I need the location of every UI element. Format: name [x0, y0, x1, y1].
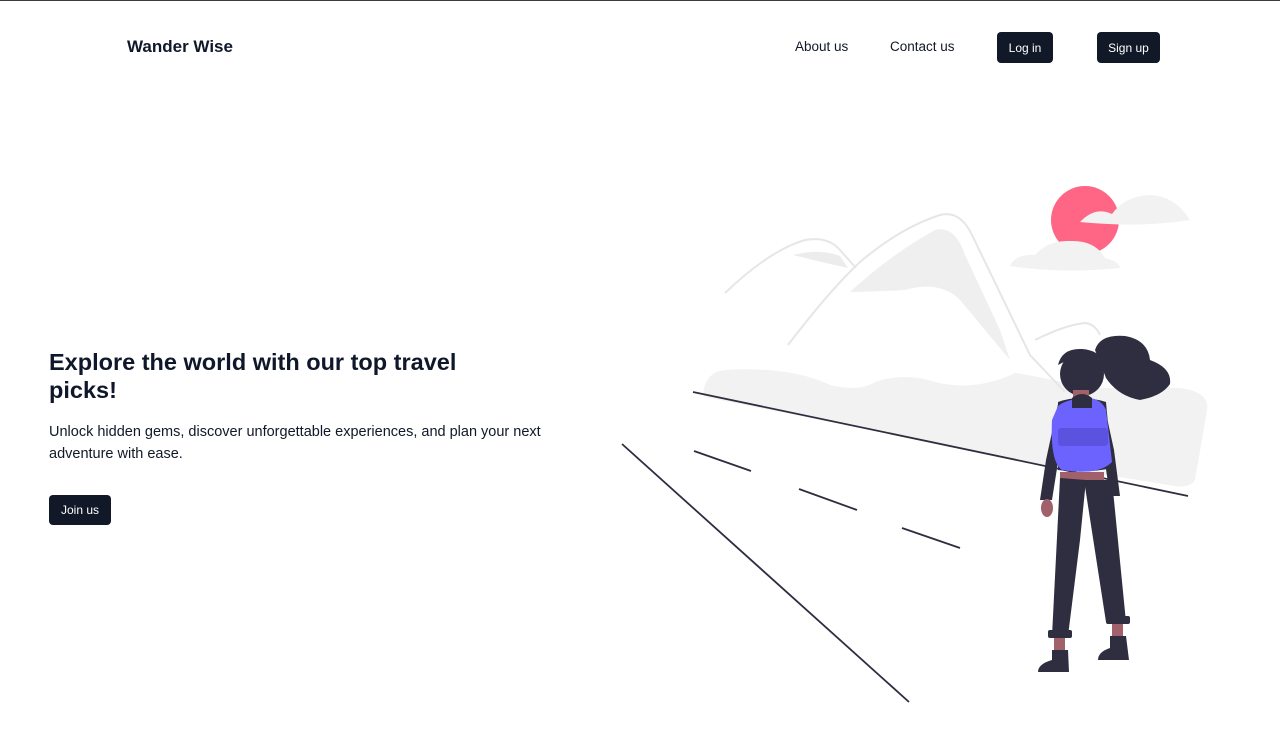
mountain-right [1034, 321, 1101, 341]
mountain-main-snow [850, 229, 1010, 360]
road-dash-2 [798, 488, 858, 511]
hero-subtitle: Unlock hidden gems, discover unforgettab… [49, 424, 541, 462]
mountain-left-snow [793, 251, 848, 268]
left-leg [1052, 478, 1086, 636]
traveler-with-backpack-illustration [621, 186, 1208, 703]
left-shoe [1038, 650, 1069, 672]
road-dash-1 [693, 450, 752, 472]
login-button[interactable]: Log in [997, 32, 1053, 63]
right-leg [1084, 480, 1126, 622]
road-dash-3 [901, 527, 961, 549]
road-edge-near [621, 443, 910, 703]
signup-button[interactable]: Sign up [1097, 32, 1160, 63]
right-shoe [1098, 636, 1129, 660]
nav-contact-link[interactable]: Contact us [890, 39, 955, 54]
backpack-top-icon [1072, 394, 1092, 408]
right-ankle [1112, 624, 1123, 636]
hero-title: Explore the world with our top travel pi… [49, 349, 457, 403]
right-cuff [1106, 616, 1130, 624]
left-hand [1041, 499, 1053, 517]
left-cuff [1048, 630, 1072, 638]
nav-about-link[interactable]: About us [795, 39, 848, 54]
backpack-pocket [1058, 428, 1108, 446]
left-ankle [1054, 638, 1065, 650]
top-border [0, 0, 1280, 1]
join-us-button[interactable]: Join us [49, 495, 111, 525]
brand-logo[interactable]: Wander Wise [127, 37, 233, 57]
